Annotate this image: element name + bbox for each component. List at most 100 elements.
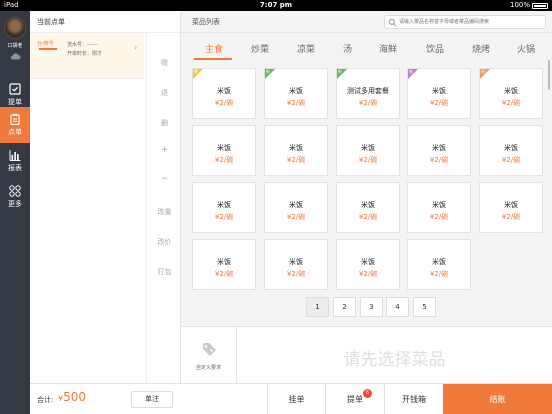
battery-indicator: 100%	[510, 0, 548, 11]
dish-card[interactable]: 米饭 ¥2/碗	[264, 182, 328, 233]
checkout-button[interactable]: 结账	[443, 384, 552, 414]
status-bar: iPad 7:07 pm 100%	[0, 0, 552, 11]
tab-soup[interactable]: 汤	[343, 42, 352, 55]
dish-tag: 赠	[194, 69, 198, 74]
increase-button[interactable]: +	[147, 145, 182, 155]
dish-price: ¥2/碗	[501, 99, 521, 107]
dish-price: ¥2/碗	[286, 270, 306, 278]
tab-hotpot[interactable]: 火锅	[517, 42, 535, 55]
dish-price: ¥2/碗	[214, 156, 234, 164]
page-button[interactable]: 2	[333, 297, 356, 317]
current-table-card[interactable]: 台/牌号 流水号：------ 开单时长：刚才 ›	[30, 33, 144, 79]
dish-price: ¥2/碗	[358, 156, 378, 164]
nav-item-reports[interactable]: 报表	[0, 143, 30, 179]
dish-card[interactable]: 赠 米饭 ¥2/碗	[192, 68, 256, 119]
tab-cold-dish[interactable]: 凉菜	[297, 42, 315, 55]
dish-name: 测试多用套餐	[347, 87, 389, 95]
menu-title: 菜品列表	[192, 18, 220, 26]
search-icon	[388, 18, 397, 27]
clock: 7:07 pm	[259, 1, 293, 9]
dish-card[interactable]: 米饭 ¥2/碗	[192, 182, 256, 233]
dish-card[interactable]: 米饭 ¥2/碗	[192, 239, 256, 290]
tab-bbq[interactable]: 烧烤	[472, 42, 490, 55]
dish-name: 米饭	[289, 87, 303, 95]
grid-icon	[9, 185, 21, 197]
tab-drinks[interactable]: 饮品	[426, 42, 444, 55]
pickup-order-button[interactable]: 提单	[325, 384, 384, 414]
dish-price: ¥2/碗	[286, 99, 306, 107]
dish-card[interactable]: 米饭 ¥2/碗	[407, 125, 471, 176]
dish-card[interactable]: 米饭 ¥2/碗	[336, 125, 400, 176]
hang-order-button[interactable]: 挂单	[267, 384, 325, 414]
delete-button[interactable]: 删	[147, 118, 182, 128]
dish-card[interactable]: 米饭 ¥2/碗	[336, 182, 400, 233]
open-cashbox-button[interactable]: 开钱箱	[384, 384, 443, 414]
gift-button[interactable]: 赠	[147, 58, 182, 68]
dish-card[interactable]: 米饭 ¥2/碗	[264, 125, 328, 176]
change-price-button[interactable]: 改价	[147, 237, 182, 247]
dish-card[interactable]: 米饭 ¥2/碗	[336, 239, 400, 290]
tab-seafood[interactable]: 海鲜	[379, 42, 397, 55]
empty-hint: 请先选择菜品	[343, 350, 446, 370]
nav-item-order[interactable]: 点单	[0, 107, 30, 143]
dish-card[interactable]: 推 米饭 ¥2/碗	[407, 68, 471, 119]
dish-price: ¥2/碗	[429, 270, 449, 278]
avatar[interactable]	[4, 17, 26, 39]
menu-header: 菜品列表	[181, 11, 552, 33]
dish-card[interactable]: 新 测试多用套餐 ¥2/碗	[336, 68, 400, 119]
clipboard-icon	[10, 113, 20, 125]
nav-item-more[interactable]: 更多	[0, 179, 30, 215]
dish-card[interactable]: 米饭 ¥2/碗	[479, 182, 543, 233]
dish-card[interactable]: 米饭 ¥2/碗	[407, 239, 471, 290]
dish-card[interactable]: 米饭 ¥2/碗	[407, 182, 471, 233]
dish-card[interactable]: 米饭 ¥2/碗	[264, 239, 328, 290]
tab-staple[interactable]: 主食	[205, 42, 223, 55]
nav-label: 提单	[8, 98, 22, 106]
active-tab-indicator	[194, 58, 232, 60]
dish-card[interactable]: 招 米饭 ¥2/碗	[479, 68, 543, 119]
note-button[interactable]: 单注	[131, 391, 173, 408]
dish-name: 米饭	[217, 87, 231, 95]
dish-name: 米饭	[217, 144, 231, 152]
page-button[interactable]: 4	[386, 297, 409, 317]
battery-icon	[532, 2, 548, 9]
dish-price: ¥2/碗	[429, 156, 449, 164]
nav-label: 报表	[8, 164, 22, 172]
dish-card[interactable]: 米饭 ¥2/碗	[479, 125, 543, 176]
side-nav: 口袋老 提单 点单 报表 更多	[0, 11, 30, 414]
custom-request-button[interactable]: 自定义要求	[181, 327, 237, 384]
shop-name: 口袋老	[7, 43, 23, 49]
dish-name: 米饭	[361, 144, 375, 152]
dish-card[interactable]: 新 米饭 ¥2/碗	[264, 68, 328, 119]
dish-name: 米饭	[361, 201, 375, 209]
dish-card[interactable]: 米饭 ¥2/碗	[192, 125, 256, 176]
dish-name: 米饭	[217, 258, 231, 266]
dish-tag: 新	[338, 69, 342, 74]
return-button[interactable]: 退	[147, 88, 182, 98]
dish-name: 米饭	[289, 144, 303, 152]
flow-number: 流水号：------	[67, 42, 98, 48]
bar-chart-icon	[9, 150, 21, 161]
dish-price: ¥2/碗	[214, 213, 234, 221]
chevron-right-icon: ›	[134, 43, 138, 52]
dish-price: ¥2/碗	[429, 213, 449, 221]
search-input[interactable]	[399, 17, 543, 27]
battery-percent: 100%	[509, 1, 530, 9]
dish-price: ¥2/碗	[358, 213, 378, 221]
selection-area: 自定义要求 请先选择菜品	[181, 326, 552, 384]
page-button[interactable]: 3	[360, 297, 383, 317]
decrease-button[interactable]: −	[147, 174, 182, 184]
dish-search[interactable]	[384, 15, 546, 29]
menu-scrollbar[interactable]	[548, 60, 550, 90]
change-quantity-button[interactable]: 改量	[147, 207, 182, 217]
custom-request-label: 自定义要求	[195, 365, 221, 371]
page-button[interactable]: 1	[306, 297, 329, 317]
nav-label: 更多	[8, 200, 22, 208]
dish-tag: 招	[481, 69, 485, 74]
tab-stir-fry[interactable]: 炒菜	[251, 42, 269, 55]
takeaway-button[interactable]: 打包	[147, 267, 182, 277]
cloud-icon	[10, 53, 21, 60]
pickup-label: 提单	[347, 395, 363, 404]
tag-corner: 推	[408, 69, 418, 79]
page-button[interactable]: 5	[413, 297, 436, 317]
